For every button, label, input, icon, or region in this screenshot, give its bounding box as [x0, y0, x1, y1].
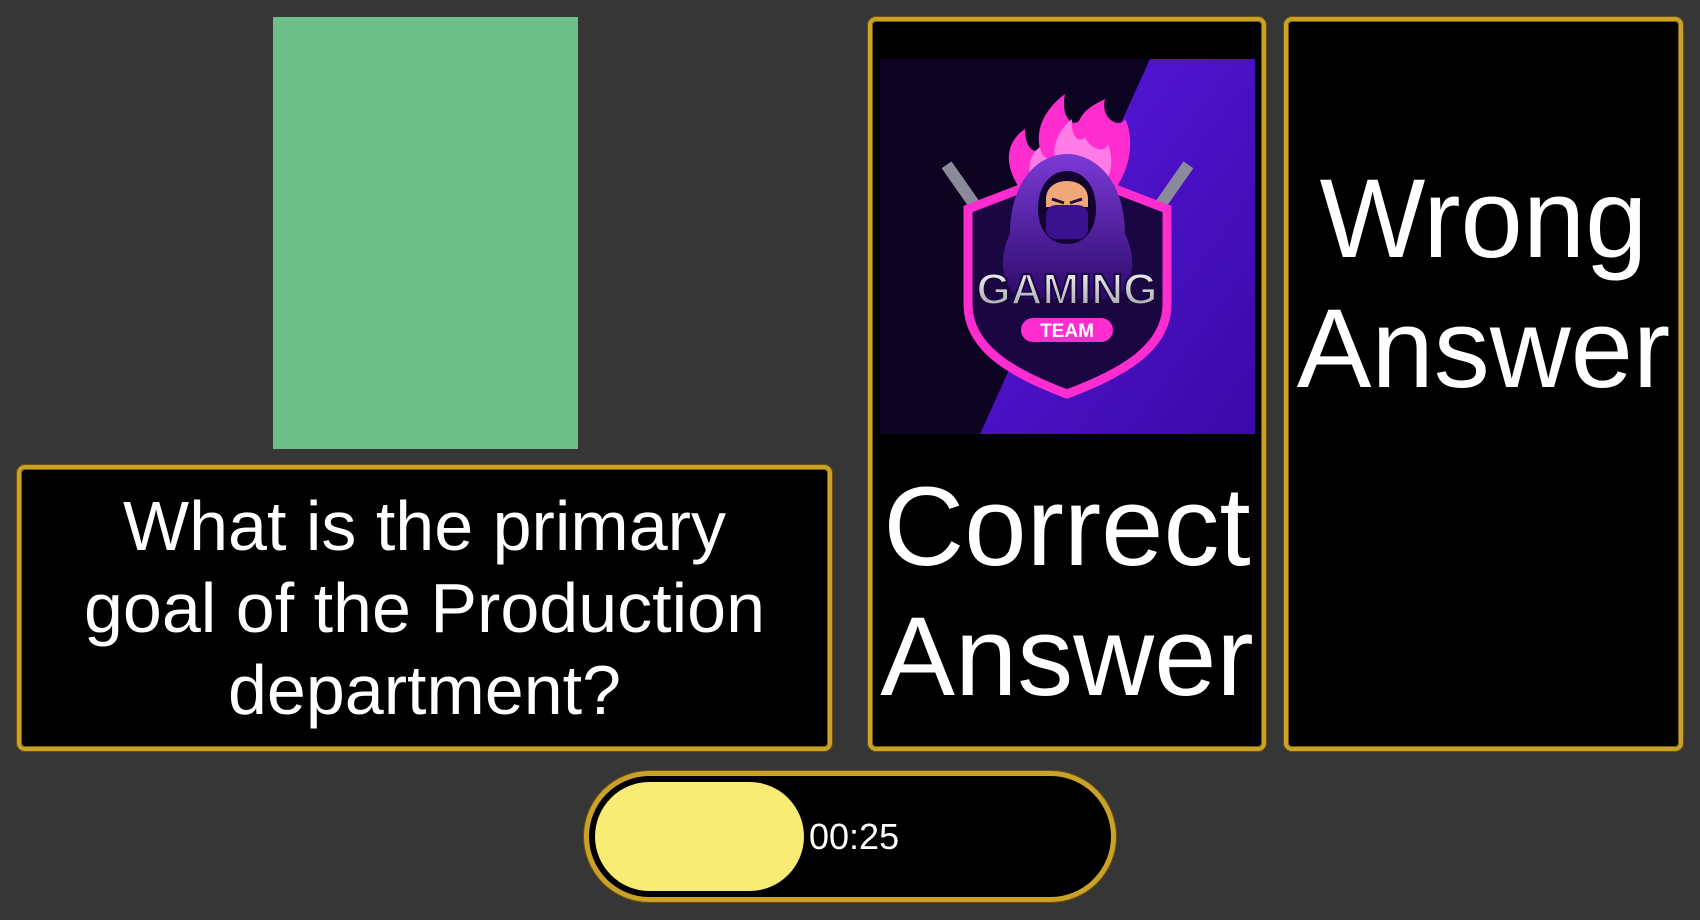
- answer-option-wrong[interactable]: Wrong Answer: [1284, 17, 1683, 751]
- question-text: What is the primary goal of the Producti…: [83, 487, 766, 729]
- answer-label-correct: Correct Answer: [880, 464, 1254, 719]
- logo-wordmark: GAMING: [976, 265, 1157, 314]
- logo-badge-text: TEAM: [1040, 321, 1094, 342]
- answer-label-wrong: Wrong Answer: [1296, 156, 1671, 411]
- ninja-gaming-logo-icon: GAMING TEAM: [879, 59, 1255, 434]
- answer-option-correct[interactable]: GAMING TEAM Correct Answer: [868, 17, 1266, 751]
- question-image-placeholder: [273, 17, 578, 449]
- quiz-screen: What is the primary goal of the Producti…: [0, 0, 1700, 920]
- timer-progress-fill: [595, 782, 804, 891]
- question-panel: What is the primary goal of the Producti…: [17, 465, 832, 751]
- timer-text: 00:25: [809, 816, 900, 857]
- countdown-timer: 00:25: [584, 771, 1116, 902]
